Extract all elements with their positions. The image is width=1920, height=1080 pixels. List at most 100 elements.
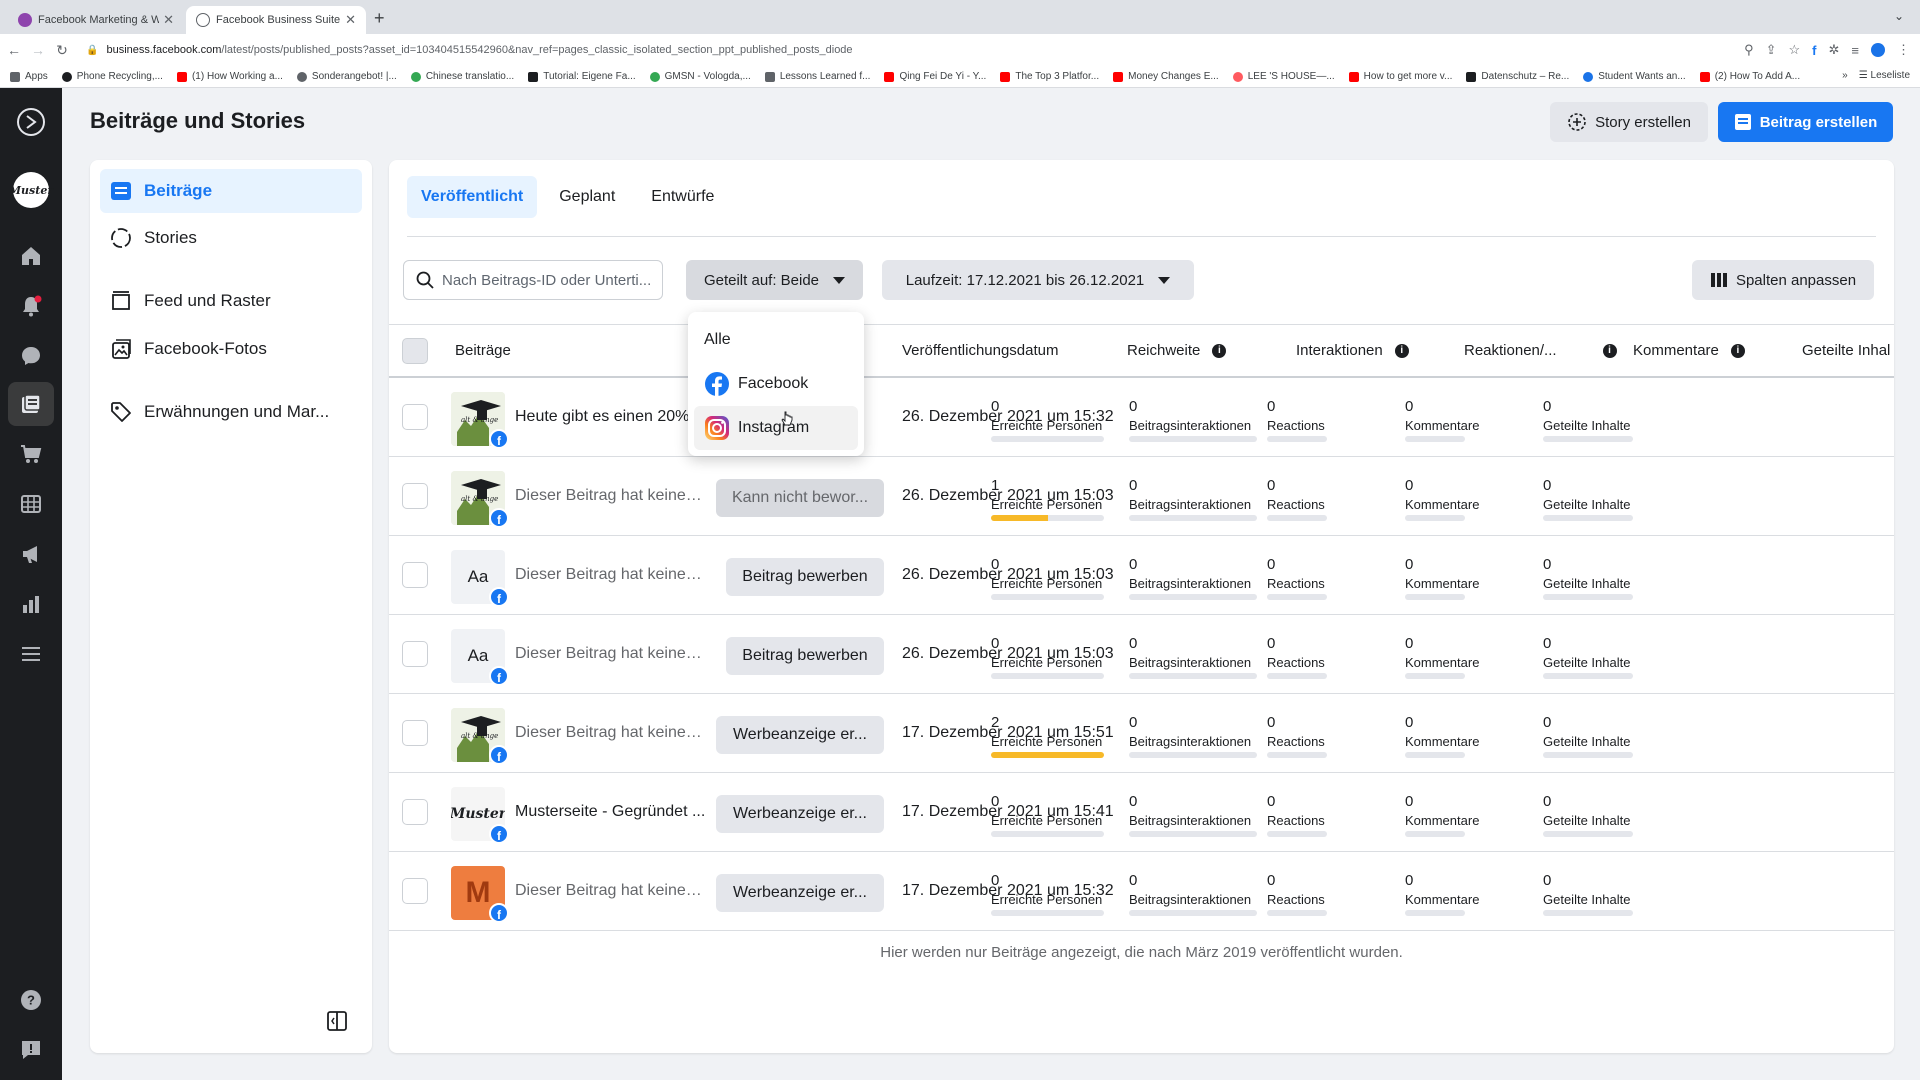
help-icon[interactable]: ? bbox=[15, 984, 47, 1016]
shop-cart-icon[interactable] bbox=[15, 438, 47, 470]
search-input[interactable] bbox=[442, 271, 662, 289]
browser-tab-0[interactable]: Facebook Marketing & Werbea ✕ bbox=[8, 6, 184, 34]
bookmark[interactable]: (1) How Working a... bbox=[176, 71, 283, 82]
column-interactions[interactable]: Interaktionen i bbox=[1296, 342, 1409, 359]
boost-post-button[interactable]: Werbeanzeige er... bbox=[716, 716, 884, 754]
profile-icon[interactable] bbox=[1871, 43, 1885, 57]
new-tab-icon[interactable]: + bbox=[374, 8, 385, 29]
boost-post-button[interactable]: Werbeanzeige er... bbox=[716, 795, 884, 833]
menu-hamburger-icon[interactable] bbox=[15, 638, 47, 670]
sidebar-item-feed-grid[interactable]: Feed und Raster bbox=[100, 279, 362, 323]
row-checkbox[interactable] bbox=[402, 483, 428, 509]
bookmark[interactable]: Phone Recycling,... bbox=[61, 71, 163, 82]
insights-bar-chart-icon[interactable] bbox=[15, 588, 47, 620]
table-row[interactable]: Aa f Dieser Beitrag hat keinen T... Beitrag… bbox=[389, 615, 1894, 694]
meta-logo-icon[interactable] bbox=[15, 106, 47, 138]
bookmark[interactable]: Chinese translatio... bbox=[410, 71, 514, 82]
reading-list[interactable]: » ☰ Leseliste bbox=[1834, 70, 1910, 81]
planner-grid-icon[interactable] bbox=[15, 488, 47, 520]
row-checkbox[interactable] bbox=[402, 562, 428, 588]
forward-icon[interactable]: → bbox=[28, 42, 48, 58]
bookmark[interactable]: Tutorial: Eigene Fa... bbox=[528, 71, 636, 82]
row-checkbox[interactable] bbox=[402, 799, 428, 825]
url-field[interactable]: 🔒 business.facebook.com/latest/posts/pub… bbox=[86, 44, 1744, 56]
create-post-button[interactable]: Beitrag erstellen bbox=[1718, 102, 1893, 142]
zoom-icon[interactable]: ⚲ bbox=[1744, 42, 1754, 58]
post-text[interactable]: Dieser Beitrag hat keinen ... bbox=[515, 882, 710, 900]
tab-published[interactable]: Veröffentlicht bbox=[407, 176, 538, 218]
facebook-extension-icon[interactable]: f bbox=[1812, 43, 1816, 58]
share-icon[interactable]: ⇪ bbox=[1766, 42, 1777, 58]
home-icon[interactable] bbox=[15, 240, 47, 272]
info-icon[interactable]: i bbox=[1730, 343, 1745, 358]
sidebar-item-mentions[interactable]: Erwähnungen und Mar... bbox=[100, 390, 362, 434]
notifications-icon[interactable] bbox=[15, 290, 47, 322]
row-checkbox[interactable] bbox=[402, 641, 428, 667]
browser-tab-1[interactable]: Facebook Business Suite ✕ bbox=[186, 6, 366, 34]
tab-close-icon[interactable]: ✕ bbox=[345, 12, 356, 28]
sidebar-item-facebook-photos[interactable]: Facebook-Fotos bbox=[100, 327, 362, 371]
row-checkbox[interactable] bbox=[402, 720, 428, 746]
boost-post-button[interactable]: Beitrag bewerben bbox=[726, 558, 884, 596]
column-reach[interactable]: Reichweite i bbox=[1127, 342, 1227, 359]
shared-on-filter[interactable]: Geteilt auf: Beide bbox=[686, 260, 863, 300]
bookmark[interactable]: Sonderangebot! |... bbox=[296, 71, 397, 82]
post-text[interactable]: Dieser Beitrag hat keinen T... bbox=[515, 566, 710, 584]
column-reactions[interactable]: Reaktionen/... i bbox=[1464, 342, 1617, 359]
info-icon[interactable]: i bbox=[1212, 343, 1227, 358]
bookmark[interactable]: The Top 3 Platfor... bbox=[1000, 71, 1099, 82]
bookmark[interactable]: GMSN - Vologda,... bbox=[649, 71, 751, 82]
post-text[interactable]: Heute gibt es einen 20% bbox=[515, 408, 710, 426]
post-text[interactable]: Dieser Beitrag hat keinen ... bbox=[515, 487, 710, 505]
info-icon[interactable]: i bbox=[1602, 343, 1617, 358]
collapse-panel-icon[interactable] bbox=[326, 1010, 348, 1032]
create-story-button[interactable]: Story erstellen bbox=[1550, 102, 1708, 142]
tab-close-icon[interactable]: ✕ bbox=[163, 12, 174, 28]
info-icon[interactable]: i bbox=[1394, 343, 1409, 358]
inbox-icon[interactable] bbox=[15, 340, 47, 372]
bookmark[interactable]: Datenschutz – Re... bbox=[1466, 71, 1569, 82]
bookmark[interactable]: LEE 'S HOUSE—... bbox=[1232, 71, 1335, 82]
bookmark[interactable]: Apps bbox=[10, 71, 48, 82]
table-row[interactable]: alt & ange f Dieser Beitrag hat keinen ...… bbox=[389, 694, 1894, 773]
feedback-icon[interactable] bbox=[15, 1034, 47, 1066]
tab-drafts[interactable]: Entwürfe bbox=[637, 176, 728, 218]
boost-post-button[interactable]: Werbeanzeige er... bbox=[716, 874, 884, 912]
date-range-filter[interactable]: Laufzeit: 17.12.2021 bis 26.12.2021 bbox=[882, 260, 1194, 300]
tab-scheduled[interactable]: Geplant bbox=[545, 176, 629, 218]
boost-post-button[interactable]: Beitrag bewerben bbox=[726, 637, 884, 675]
dropdown-option-instagram[interactable]: Instagram bbox=[694, 406, 858, 450]
table-row[interactable]: alt & ange f Dieser Beitrag hat keinen ...… bbox=[389, 457, 1894, 536]
sidebar-item-posts[interactable]: Beiträge bbox=[100, 169, 362, 213]
customize-columns-button[interactable]: Spalten anpassen bbox=[1692, 260, 1874, 300]
extensions-puzzle-icon[interactable]: ✲ bbox=[1829, 42, 1840, 58]
column-comments[interactable]: Kommentare i bbox=[1633, 342, 1745, 359]
select-all-checkbox[interactable] bbox=[402, 338, 428, 364]
dropdown-option-all[interactable]: Alle bbox=[694, 318, 858, 362]
bookmark[interactable]: Lessons Learned f... bbox=[764, 71, 870, 82]
bookmark[interactable]: Money Changes E... bbox=[1113, 71, 1219, 82]
column-shares[interactable]: Geteilte Inhal bbox=[1802, 342, 1890, 359]
post-text[interactable]: Dieser Beitrag hat keinen ... bbox=[515, 724, 710, 742]
back-icon[interactable]: ← bbox=[4, 42, 24, 58]
table-row[interactable]: Mf Dieser Beitrag hat keinen ... Werbeanze… bbox=[389, 852, 1894, 931]
reload-icon[interactable]: ↻ bbox=[52, 42, 72, 59]
dropdown-option-facebook[interactable]: Facebook bbox=[694, 362, 858, 406]
column-posts[interactable]: Beiträge bbox=[455, 342, 511, 359]
menu-dots-icon[interactable]: ⋮ bbox=[1897, 42, 1910, 58]
tab-search-chevron-icon[interactable]: ⌄ bbox=[1894, 9, 1904, 23]
row-checkbox[interactable] bbox=[402, 404, 428, 430]
table-row[interactable]: Muster f Musterseite - Gegründet ... Werbea… bbox=[389, 773, 1894, 852]
bookmark[interactable]: (2) How To Add A... bbox=[1699, 71, 1800, 82]
bookmark[interactable]: How to get more v... bbox=[1348, 71, 1452, 82]
posts-rail-icon[interactable] bbox=[8, 382, 54, 426]
media-icon[interactable]: ≡ bbox=[1851, 43, 1859, 58]
table-row[interactable]: Aa f Dieser Beitrag hat keinen T... Beitrag… bbox=[389, 536, 1894, 615]
bookmark[interactable]: Student Wants an... bbox=[1583, 71, 1686, 82]
post-text[interactable]: Dieser Beitrag hat keinen T... bbox=[515, 645, 710, 663]
column-date[interactable]: Veröffentlichungsdatum bbox=[902, 342, 1059, 359]
avatar[interactable]: Muster bbox=[9, 172, 53, 208]
row-checkbox[interactable] bbox=[402, 878, 428, 904]
bookmark-star-icon[interactable]: ☆ bbox=[1789, 42, 1801, 58]
bookmark[interactable]: Qing Fei De Yi - Y... bbox=[884, 71, 986, 82]
